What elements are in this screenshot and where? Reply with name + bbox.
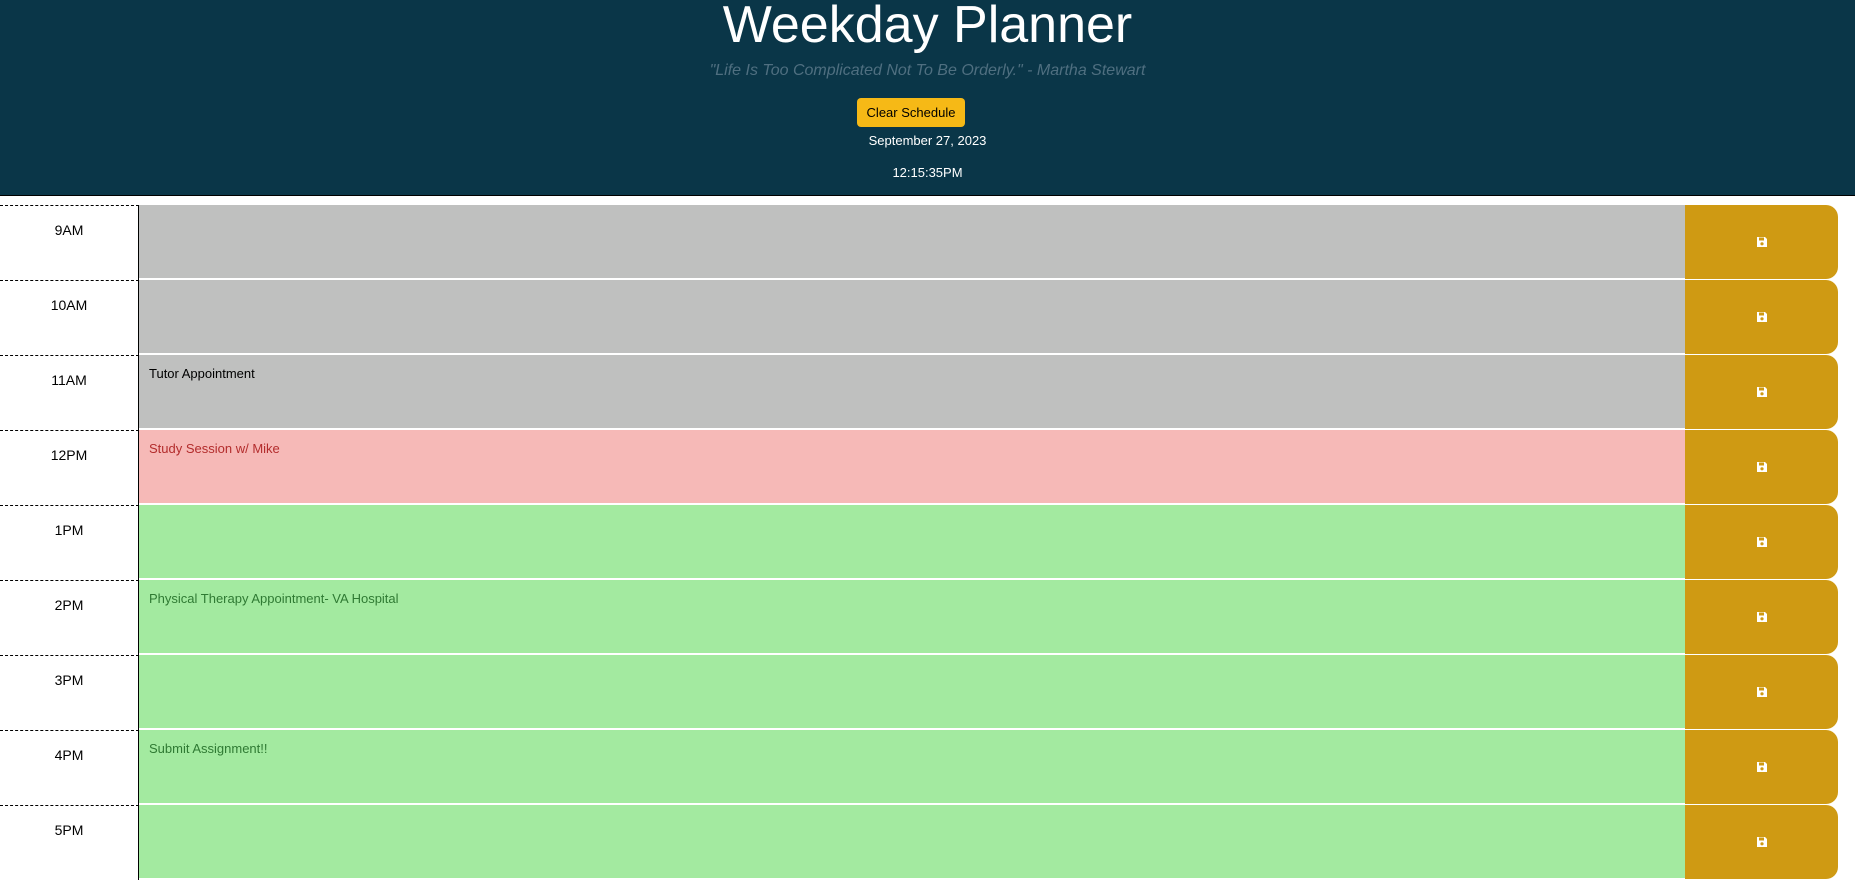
time-block: 1PM (0, 505, 1855, 580)
save-button[interactable] (1685, 580, 1838, 654)
save-button[interactable] (1685, 505, 1838, 579)
hour-label: 4PM (0, 730, 139, 805)
page-header: Weekday Planner "Life Is Too Complicated… (0, 0, 1855, 196)
time-block: 3PM (0, 655, 1855, 730)
save-button[interactable] (1685, 730, 1838, 804)
hour-label: 10AM (0, 280, 139, 355)
hour-label: 2PM (0, 580, 139, 655)
time-block: 12PM Study Session w/ Mike (0, 430, 1855, 505)
hour-label: 11AM (0, 355, 139, 430)
event-description-input[interactable] (139, 805, 1685, 879)
event-description-input[interactable]: Tutor Appointment (139, 355, 1685, 429)
event-description-input[interactable]: Physical Therapy Appointment- VA Hospita… (139, 580, 1685, 654)
event-description-input[interactable] (139, 655, 1685, 729)
time-block: 11AM Tutor Appointment (0, 355, 1855, 430)
header-quote: "Life Is Too Complicated Not To Be Order… (709, 62, 1146, 79)
floppy-disk-icon (1756, 837, 1767, 847)
hour-label: 9AM (0, 205, 139, 280)
save-button[interactable] (1685, 805, 1838, 879)
hour-label: 3PM (0, 655, 139, 730)
floppy-disk-icon (1756, 537, 1767, 547)
floppy-disk-icon (1756, 687, 1767, 697)
event-description-input[interactable]: Submit Assignment!! (139, 730, 1685, 804)
current-time: 12:15:35PM (892, 165, 963, 180)
save-button[interactable] (1685, 280, 1838, 354)
time-block: 4PM Submit Assignment!! (0, 730, 1855, 805)
event-description-input[interactable] (139, 280, 1685, 354)
floppy-disk-icon (1756, 762, 1767, 772)
save-button[interactable] (1685, 205, 1838, 279)
save-button[interactable] (1685, 655, 1838, 729)
hour-label: 5PM (0, 805, 139, 880)
time-block: 2PM Physical Therapy Appointment- VA Hos… (0, 580, 1855, 655)
time-block: 9AM (0, 205, 1855, 280)
floppy-disk-icon (1756, 312, 1767, 322)
page-title: Weekday Planner (722, 0, 1133, 54)
time-block: 5PM (0, 805, 1855, 880)
current-date: September 27, 2023 (868, 133, 987, 148)
clear-schedule-button[interactable]: Clear Schedule (857, 98, 965, 127)
hour-label: 1PM (0, 505, 139, 580)
floppy-disk-icon (1756, 237, 1767, 247)
event-description-input[interactable]: Study Session w/ Mike (139, 430, 1685, 504)
time-block: 10AM (0, 280, 1855, 355)
hour-label: 12PM (0, 430, 139, 505)
schedule-container: 9AM 10AM 11AM Tutor Appointment 12PM Stu… (0, 205, 1855, 880)
event-description-input[interactable] (139, 205, 1685, 279)
floppy-disk-icon (1756, 387, 1767, 397)
floppy-disk-icon (1756, 462, 1767, 472)
save-button[interactable] (1685, 355, 1838, 429)
floppy-disk-icon (1756, 612, 1767, 622)
save-button[interactable] (1685, 430, 1838, 504)
event-description-input[interactable] (139, 505, 1685, 579)
